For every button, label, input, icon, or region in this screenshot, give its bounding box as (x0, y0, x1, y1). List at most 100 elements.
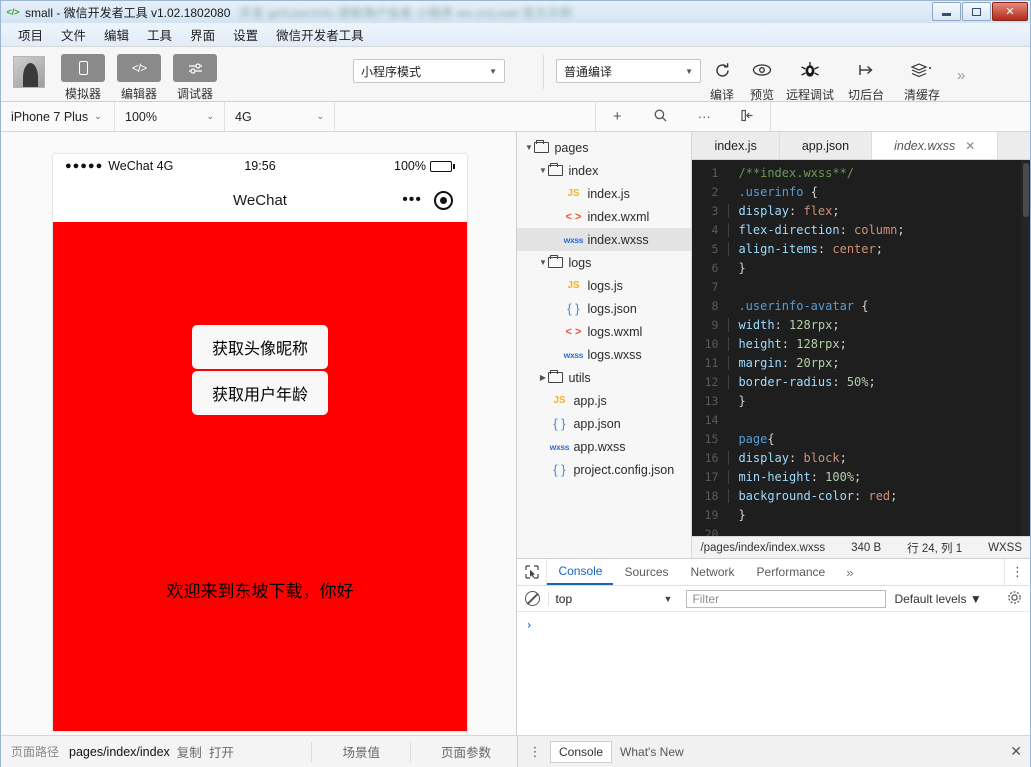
debugger-toggle-label: 调试器 (176, 87, 213, 101)
console-filter-input[interactable]: Filter (686, 589, 887, 608)
file-tree-file[interactable]: { } app.json (517, 412, 691, 435)
devtools-overflow-icon[interactable]: » (836, 559, 863, 585)
menu-item-devtools[interactable]: 微信开发者工具 (267, 22, 373, 47)
get-avatar-nickname-button[interactable]: 获取头像昵称 (192, 325, 328, 369)
file-tree-file[interactable]: JS logs.js (517, 274, 691, 297)
file-tree-folder[interactable]: ▼ pages (517, 136, 691, 159)
file-tree-file[interactable]: < > logs.wxml (517, 320, 691, 343)
json-file-icon: { } (567, 301, 580, 316)
device-select[interactable]: iPhone 7 Plus ⌄ (1, 102, 115, 131)
minimize-button[interactable] (932, 2, 961, 21)
file-tree-file[interactable]: < > index.wxml (517, 205, 691, 228)
right-column: ▼ pages ▼ index JS index.js < > index.wxml wx… (517, 132, 1030, 735)
wxml-file-icon: < > (565, 325, 582, 338)
menu-item-interface[interactable]: 界面 (181, 22, 224, 47)
maximize-button[interactable] (962, 2, 991, 21)
preview-button[interactable]: 预览 (743, 55, 781, 103)
code-content[interactable]: 1 /**index.wxss**/ 2 .userinfo {3 display: f… (692, 160, 1030, 536)
file-tree-file[interactable]: { } logs.json (517, 297, 691, 320)
open-path-link[interactable]: 打开 (209, 742, 234, 761)
compile-button[interactable]: 编译 (703, 55, 741, 103)
simulator-toggle-button[interactable]: 模拟器 (59, 54, 107, 102)
close-button[interactable]: ✕ (992, 2, 1028, 21)
remote-debug-button[interactable]: 远程调试 (783, 55, 837, 103)
file-tree-file[interactable]: wxss logs.wxss (517, 343, 691, 366)
code-line-text: .userinfo { (738, 184, 818, 199)
devtools-menu-icon[interactable]: ⋮ (1004, 559, 1030, 585)
console-context-select[interactable]: top ▼ (548, 591, 678, 606)
clear-console-icon[interactable] (525, 591, 541, 606)
gear-icon[interactable] (1007, 590, 1022, 608)
file-tree-folder[interactable]: ▼ logs (517, 251, 691, 274)
file-tree-file[interactable]: { } project.config.json (517, 458, 691, 481)
file-tree-file[interactable]: JS index.js (517, 182, 691, 205)
toolbar-overflow-button[interactable]: » (957, 67, 965, 84)
tab-console[interactable]: Console (547, 559, 614, 585)
line-number: 15 (704, 431, 719, 446)
line-number: 6 (711, 260, 719, 275)
menu-item-edit[interactable]: 编辑 (95, 22, 138, 47)
menu-item-file[interactable]: 文件 (52, 22, 95, 47)
menu-item-project[interactable]: 项目 (9, 22, 52, 47)
get-user-age-button[interactable]: 获取用户年龄 (192, 371, 328, 415)
chevron-right-icon[interactable]: ▶ (537, 373, 548, 382)
mode-select[interactable]: 小程序模式 ▼ (353, 59, 505, 83)
maximize-icon (972, 7, 981, 16)
background-button[interactable]: 切后台 (839, 55, 893, 103)
file-tree-folder[interactable]: ▶ utils (517, 366, 691, 389)
compile-mode-select[interactable]: 普通编译 ▼ (556, 59, 701, 83)
chevron-down-icon[interactable]: ▼ (537, 166, 548, 175)
tab-network[interactable]: Network (680, 559, 746, 585)
collapse-panel-icon[interactable] (726, 109, 770, 125)
tab-performance[interactable]: Performance (746, 559, 837, 585)
more-dots-icon[interactable]: ••• (402, 191, 422, 209)
menu-item-tools[interactable]: 工具 (138, 22, 181, 47)
editor-tab-app-json[interactable]: app.json (780, 132, 873, 159)
preview-label: 预览 (749, 88, 774, 102)
add-file-icon[interactable]: + (596, 108, 640, 125)
chevron-down-icon[interactable]: ▼ (537, 258, 548, 267)
close-tab-icon[interactable]: ✕ (965, 139, 975, 153)
search-icon[interactable] (639, 109, 683, 125)
console-output[interactable]: › (517, 612, 1030, 735)
code-line: 12 border-radius: 50%; (692, 372, 1030, 391)
drawer-tab-whats-new[interactable]: What's New (612, 742, 692, 762)
code-brackets-icon: </> (6, 7, 20, 17)
page-params-button[interactable]: 页面参数 (425, 742, 507, 761)
chevron-down-icon: ▼ (663, 593, 673, 604)
file-tree-more-icon[interactable]: ··· (683, 109, 727, 124)
chevron-down-icon[interactable]: ▼ (523, 143, 534, 152)
avatar[interactable] (13, 56, 45, 88)
editor-tab-index-wxss[interactable]: index.wxss ✕ (872, 132, 999, 159)
editor-tab-index-js[interactable]: index.js (692, 132, 780, 159)
file-tree-label: app.js (573, 393, 607, 408)
zoom-select[interactable]: 100% ⌄ (115, 102, 225, 131)
editor-tab-label: index.wxss (894, 138, 956, 153)
close-drawer-icon[interactable]: ✕ (1010, 743, 1022, 760)
clear-cache-button[interactable]: 清缓存 (895, 55, 949, 103)
console-levels-select[interactable]: Default levels ▼ (894, 592, 981, 606)
drawer-menu-icon[interactable]: ⋮ (526, 744, 544, 760)
scene-value-button[interactable]: 场景值 (326, 742, 396, 761)
console-context-value: top (555, 591, 573, 606)
debugger-toggle-button[interactable]: 调试器 (171, 54, 219, 102)
tab-sources[interactable]: Sources (613, 559, 679, 585)
file-tree-file[interactable]: JS app.js (517, 389, 691, 412)
bottom-bar: 页面路径 pages/index/index 复制 打开 场景值 页面参数 ⋮ … (1, 735, 1030, 767)
file-tree-file[interactable]: wxss index.wxss (517, 228, 692, 251)
inspect-cursor-icon[interactable] (517, 559, 548, 585)
copy-path-link[interactable]: 复制 (177, 742, 202, 761)
menu-item-settings[interactable]: 设置 (224, 22, 267, 47)
file-tree-file[interactable]: wxss app.wxss (517, 435, 691, 458)
line-number: 13 (704, 393, 719, 408)
editor-scrollbar[interactable] (1021, 160, 1030, 536)
file-tree-folder[interactable]: ▼ index (517, 159, 691, 182)
network-select[interactable]: 4G ⌄ (225, 102, 335, 131)
drawer-tab-console[interactable]: Console (550, 740, 613, 763)
compile-mode-value: 普通编译 (564, 64, 613, 79)
status-clock: 19:56 (244, 159, 276, 173)
editor-toggle-button[interactable]: </> 编辑器 (115, 54, 163, 102)
target-icon[interactable] (434, 190, 453, 210)
